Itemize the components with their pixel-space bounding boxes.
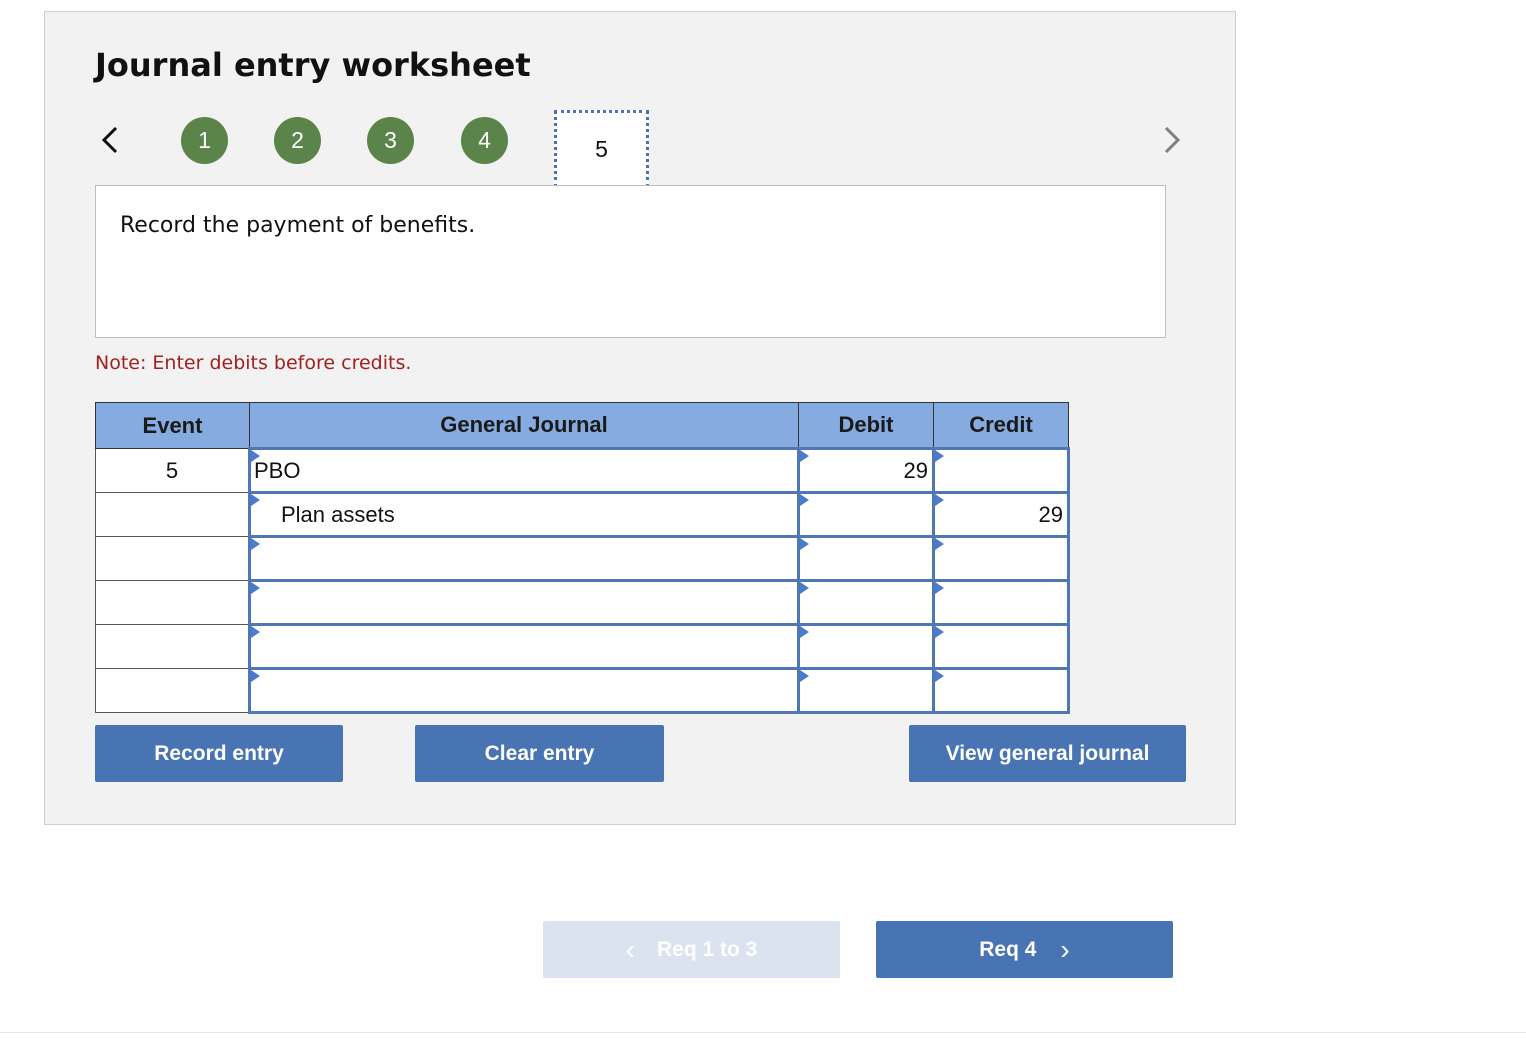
credit-input[interactable]	[932, 447, 1070, 494]
account-input[interactable]	[248, 667, 800, 714]
dropdown-indicator-icon	[935, 450, 944, 462]
dropdown-indicator-icon	[935, 670, 944, 682]
account-value: PBO	[254, 457, 301, 483]
header-event: Event	[95, 402, 250, 449]
chevron-left-icon: ‹	[625, 933, 635, 965]
next-requirement-label: Req 4	[979, 937, 1037, 961]
step-4[interactable]: 4	[461, 117, 508, 164]
debit-input[interactable]	[797, 623, 935, 670]
debit-input[interactable]	[797, 667, 935, 714]
event-cell	[95, 668, 250, 713]
chevron-left-icon	[101, 126, 118, 154]
chevron-right-icon	[1164, 126, 1181, 154]
dropdown-indicator-icon	[251, 670, 260, 682]
event-cell	[95, 536, 250, 581]
dropdown-indicator-icon	[800, 626, 809, 638]
event-cell	[95, 580, 250, 625]
step-3[interactable]: 3	[367, 117, 414, 164]
previous-requirement-button: ‹ Req 1 to 3	[543, 921, 840, 978]
header-credit: Credit	[933, 402, 1069, 449]
table-row	[95, 579, 1070, 626]
dropdown-indicator-icon	[251, 626, 260, 638]
dropdown-indicator-icon	[800, 538, 809, 550]
table-row: 5 PBO 29	[95, 447, 1070, 494]
dropdown-indicator-icon	[935, 582, 944, 594]
debit-input[interactable]: 29	[797, 447, 935, 494]
step-1[interactable]: 1	[181, 117, 228, 164]
credit-input[interactable]: 29	[932, 491, 1070, 538]
dropdown-indicator-icon	[251, 582, 260, 594]
previous-requirement-label: Req 1 to 3	[656, 937, 758, 961]
table-row: Plan assets 29	[95, 491, 1070, 538]
header-general-journal: General Journal	[249, 402, 799, 449]
account-input[interactable]: PBO	[248, 447, 800, 494]
prompt-text: Record the payment of benefits.	[120, 213, 476, 238]
chevron-right-icon: ›	[1060, 933, 1070, 965]
table-row	[95, 623, 1070, 670]
dropdown-indicator-icon	[935, 626, 944, 638]
table-row	[95, 535, 1070, 582]
clear-entry-button[interactable]: Clear entry	[415, 725, 664, 782]
debit-input[interactable]	[797, 535, 935, 582]
credit-input[interactable]	[932, 623, 1070, 670]
debit-input[interactable]	[797, 579, 935, 626]
next-step-button[interactable]	[1156, 120, 1186, 160]
instruction-note: Note: Enter debits before credits.	[95, 352, 412, 374]
debit-input[interactable]	[797, 491, 935, 538]
previous-step-button[interactable]	[96, 120, 126, 160]
step-5-current[interactable]: 5	[554, 110, 649, 188]
record-entry-button[interactable]: Record entry	[95, 725, 343, 782]
next-requirement-button[interactable]: Req 4 ›	[876, 921, 1173, 978]
dropdown-indicator-icon	[800, 494, 809, 506]
page-divider	[0, 1032, 1526, 1033]
dropdown-indicator-icon	[935, 538, 944, 550]
step-2[interactable]: 2	[274, 117, 321, 164]
credit-value: 29	[1038, 501, 1063, 527]
dropdown-indicator-icon	[800, 670, 809, 682]
account-input[interactable]	[248, 535, 800, 582]
account-input[interactable]: Plan assets	[248, 491, 800, 538]
dropdown-indicator-icon	[800, 582, 809, 594]
account-value: Plan assets	[281, 501, 395, 527]
credit-input[interactable]	[932, 667, 1070, 714]
credit-input[interactable]	[932, 579, 1070, 626]
header-debit: Debit	[798, 402, 934, 449]
account-input[interactable]	[248, 579, 800, 626]
dropdown-indicator-icon	[800, 450, 809, 462]
credit-input[interactable]	[932, 535, 1070, 582]
debit-value: 29	[903, 457, 928, 483]
dropdown-indicator-icon	[935, 494, 944, 506]
page-title: Journal entry worksheet	[95, 46, 531, 84]
view-general-journal-button[interactable]: View general journal	[909, 725, 1186, 782]
table-row	[95, 667, 1070, 714]
account-input[interactable]	[248, 623, 800, 670]
dropdown-indicator-icon	[251, 450, 260, 462]
event-cell	[95, 492, 250, 537]
prompt-box: Record the payment of benefits.	[95, 185, 1166, 338]
dropdown-indicator-icon	[251, 538, 260, 550]
journal-table: Event General Journal Debit Credit 5 PBO…	[95, 402, 1070, 714]
event-cell	[95, 624, 250, 669]
event-cell: 5	[95, 448, 250, 493]
dropdown-indicator-icon	[251, 494, 260, 506]
journal-header-row: Event General Journal Debit Credit	[95, 402, 1069, 449]
